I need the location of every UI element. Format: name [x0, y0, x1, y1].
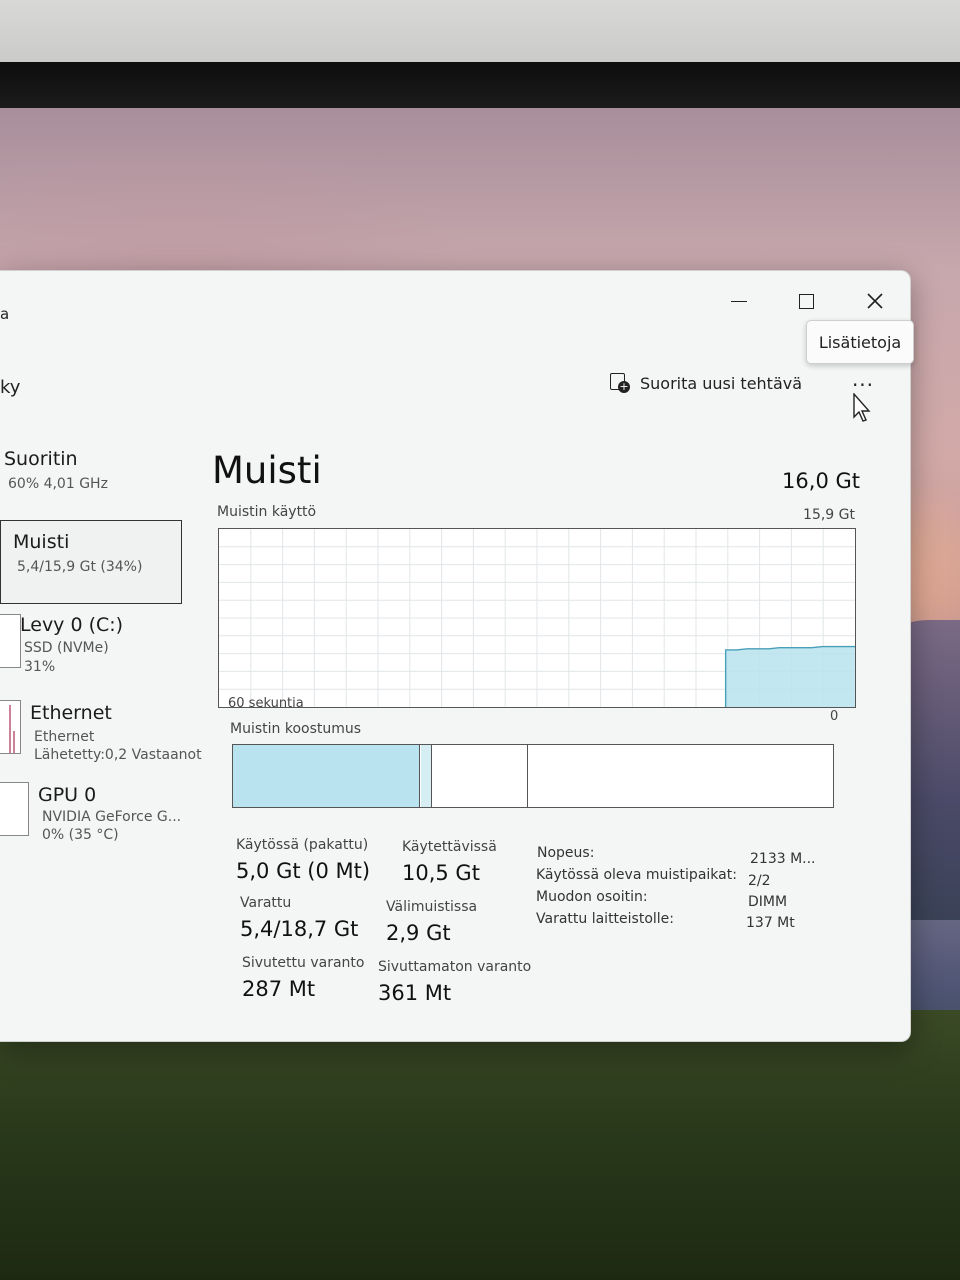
memory-total: 16,0 Gt	[782, 469, 860, 493]
stat-value: 5,4/18,7 Gt	[240, 917, 359, 941]
sidebar-item-gpu[interactable]: GPU 0 NVIDIA GeForce G... 0% (35 °C)	[0, 776, 190, 846]
ethernet-mini-graph	[0, 700, 21, 754]
detail-reserved-key: Varattu laitteistolle:	[536, 911, 675, 927]
sidebar-item-title: Muisti	[13, 531, 70, 553]
usage-area	[725, 646, 855, 707]
performance-sidebar: Suoritin 60% 4,01 GHz Muisti 5,4/15,9 Gt…	[0, 436, 202, 843]
graph-zero-label: 0	[830, 709, 839, 724]
tooltip-more-info: Lisätietoja	[806, 320, 914, 364]
usage-graph-label: Muistin käyttö	[217, 504, 317, 520]
sidebar-item-sub2: 31%	[24, 659, 56, 675]
stat-available: Käytettävissä 10,5 Gt	[402, 839, 497, 885]
stat-value: 5,0 Gt (0 Mt)	[236, 859, 371, 883]
stat-label: Välimuistissa	[386, 899, 478, 915]
detail-reserved-value: 137 Mt	[746, 915, 795, 931]
sidebar-item-memory[interactable]: Muisti 5,4/15,9 Gt (34%)	[0, 520, 182, 604]
disk-mini-graph	[0, 614, 21, 668]
memory-composition-bar	[232, 744, 834, 808]
stat-in-use: Käytössä (pakattu) 5,0 Gt (0 Mt)	[236, 837, 370, 883]
memory-pane: Muisti 16,0 Gt Muistin käyttö 15,9 Gt 60…	[200, 431, 900, 1031]
mouse-cursor-icon	[853, 393, 871, 422]
wallpaper-flowers	[0, 1010, 960, 1280]
stat-value: 361 Mt	[378, 981, 452, 1005]
composition-standby	[433, 745, 528, 807]
sidebar-item-disk[interactable]: Levy 0 (C:) SSD (NVMe) 31%	[0, 610, 190, 690]
detail-form-key: Muodon osoitin:	[536, 889, 648, 905]
detail-speed-value: 2133 M...	[750, 851, 816, 867]
stat-value: 10,5 Gt	[402, 861, 480, 885]
composition-in-use	[233, 745, 420, 807]
task-manager-window: a ky + Suorita uusi tehtävä ... Suoritin…	[0, 270, 911, 1042]
page-title: ky	[0, 377, 21, 398]
new-task-icon: +	[610, 373, 630, 393]
stat-label: Käytössä (pakattu)	[236, 837, 369, 853]
maximize-icon	[798, 293, 814, 309]
sidebar-item-sub: 60% 4,01 GHz	[8, 476, 108, 492]
monitor-bezel-top	[0, 0, 960, 70]
stat-committed: Varattu 5,4/18,7 Gt	[240, 895, 358, 941]
sidebar-item-title: Levy 0 (C:)	[20, 614, 124, 636]
monitor-frame	[0, 62, 960, 110]
sidebar-item-ethernet[interactable]: Ethernet Ethernet Lähetetty:0,2 Vastaano…	[0, 694, 202, 764]
toolbar: ky + Suorita uusi tehtävä ...	[0, 351, 910, 421]
sidebar-item-title: Ethernet	[30, 702, 112, 724]
composition-modified	[421, 745, 432, 807]
minimize-icon	[731, 300, 747, 302]
sidebar-item-sub2: 0% (35 °C)	[42, 827, 119, 843]
run-new-task-button[interactable]: + Suorita uusi tehtävä	[610, 373, 802, 393]
gpu-mini-graph	[0, 782, 29, 836]
stat-label: Sivuttamaton varanto	[378, 959, 532, 975]
stat-paged-pool: Sivutettu varanto 287 Mt	[242, 955, 364, 1001]
stat-nonpaged-pool: Sivuttamaton varanto 361 Mt	[378, 959, 531, 1005]
memory-usage-graph	[218, 528, 856, 708]
composition-label: Muistin koostumus	[230, 721, 362, 737]
sidebar-item-cpu[interactable]: Suoritin 60% 4,01 GHz	[0, 446, 190, 508]
minimize-button[interactable]	[716, 281, 762, 321]
page-heading: Muisti	[212, 449, 322, 492]
stat-value: 2,9 Gt	[386, 921, 451, 945]
title-bar[interactable]: a	[0, 271, 910, 347]
close-icon	[867, 293, 883, 309]
sidebar-item-title: Suoritin	[4, 448, 78, 470]
sidebar-item-sub: Ethernet	[34, 729, 95, 745]
usage-graph-max: 15,9 Gt	[803, 507, 855, 523]
stat-label: Varattu	[240, 895, 292, 911]
graph-time-label: 60 sekuntia	[228, 696, 304, 711]
stat-label: Sivutettu varanto	[242, 955, 365, 971]
stat-value: 287 Mt	[242, 977, 316, 1001]
sidebar-item-title: GPU 0	[38, 784, 97, 806]
detail-slots-key: Käytössä oleva muistipaikat:	[536, 867, 737, 883]
sidebar-item-sub: SSD (NVMe)	[24, 640, 109, 656]
run-new-task-label: Suorita uusi tehtävä	[640, 373, 803, 393]
sidebar-item-sub2: Lähetetty:0,2 Vastaanot	[34, 747, 202, 763]
window-title: a	[0, 305, 10, 323]
maximize-button[interactable]	[783, 281, 829, 321]
close-button[interactable]	[852, 281, 898, 321]
detail-slots-value: 2/2	[748, 873, 771, 889]
stat-cached: Välimuistissa 2,9 Gt	[386, 899, 477, 945]
sidebar-item-sub: NVIDIA GeForce G...	[42, 809, 182, 825]
sidebar-item-sub: 5,4/15,9 Gt (34%)	[17, 559, 143, 575]
detail-speed-key: Nopeus:	[537, 845, 595, 861]
detail-form-value: DIMM	[748, 894, 788, 910]
memory-usage-chart	[219, 529, 855, 707]
stat-label: Käytettävissä	[402, 839, 497, 855]
